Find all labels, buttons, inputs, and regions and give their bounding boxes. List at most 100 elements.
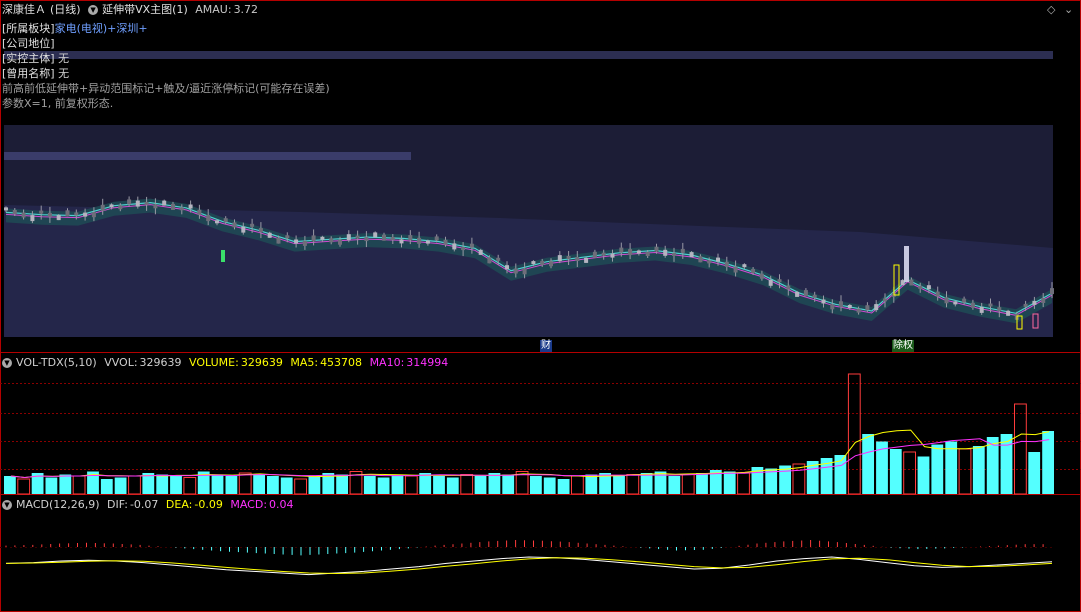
- diamond-icon[interactable]: ◇: [1047, 3, 1055, 16]
- candle-body-97: [856, 308, 861, 313]
- candle-body-100: [883, 298, 887, 302]
- candle-body-69: [610, 253, 615, 258]
- candle-body-21: [188, 204, 193, 209]
- chevron-down-icon[interactable]: ⌄: [1064, 3, 1073, 16]
- volume-bar-42: [585, 474, 598, 494]
- candle-body-47: [417, 237, 422, 244]
- macd-header: ▼ MACD(12,26,9) DIF: -0.07 DEA: -0.09 MACD:…: [2, 498, 298, 511]
- ma5-label: MA5:: [290, 356, 319, 369]
- candle-body-54: [478, 249, 483, 255]
- volume-bar-13: [183, 477, 197, 495]
- candle-body-51: [452, 243, 457, 250]
- volume-menu-icon[interactable]: ▼: [2, 358, 12, 368]
- candle-body-89: [786, 285, 791, 290]
- volume-bar-66: [917, 456, 930, 494]
- volume-bar-68: [945, 441, 958, 494]
- candle-body-24: [215, 220, 219, 224]
- volume-bar-67: [931, 444, 944, 494]
- volume-bar-38: [530, 476, 542, 494]
- candle-body-114: [1006, 310, 1011, 316]
- candle-body-104: [918, 285, 923, 289]
- candle-body-119: [1050, 288, 1054, 295]
- candle-body-14: [127, 199, 132, 205]
- candle-body-59: [522, 268, 527, 275]
- main-header: 深康佳Ａ (日线) ▼ 延伸带VX主图(1) AMAU: 3.72: [2, 3, 262, 16]
- volume-label: VOLUME:: [189, 356, 239, 369]
- candle-body-7: [65, 210, 70, 217]
- sector-line: [所属板块]家电(电视)+深圳+: [2, 21, 148, 36]
- volume-bar-62: [862, 434, 874, 494]
- period-label[interactable]: (日线): [50, 3, 81, 16]
- volume-bar-33: [460, 474, 474, 495]
- amau-value: 3.72: [233, 3, 259, 16]
- candle-body-105: [926, 285, 931, 290]
- ma10-value: 314994: [406, 356, 449, 369]
- candle-body-68: [601, 252, 606, 256]
- indicator-menu-icon[interactable]: ▼: [88, 5, 99, 15]
- volume-bar-48: [668, 476, 681, 494]
- candle-body-48: [425, 240, 430, 244]
- candle-body-55: [487, 257, 492, 264]
- candle-body-0: [4, 207, 8, 211]
- macd-indicator-name[interactable]: MACD(12,26,9): [16, 498, 100, 511]
- volume-bar-16: [225, 476, 238, 494]
- candle-body-50: [443, 239, 448, 245]
- candle-body-19: [171, 203, 175, 210]
- candle-body-78: [689, 252, 694, 258]
- volume-bar-64: [889, 449, 902, 494]
- volume-bar-20: [280, 477, 293, 494]
- volume-bar-69: [958, 448, 972, 495]
- sector-label: [所属板块]: [2, 22, 55, 35]
- candle-body-65: [575, 257, 580, 261]
- candle-body-2: [21, 212, 26, 218]
- candle-body-76: [672, 252, 676, 256]
- candle-body-13: [118, 205, 123, 210]
- candle-body-92: [812, 294, 817, 298]
- candle-body-5: [47, 212, 52, 217]
- volume-bar-11: [156, 474, 169, 494]
- volume-bar-1: [17, 478, 31, 495]
- macd-label: MACD:: [230, 498, 268, 511]
- macd-menu-icon[interactable]: ▼: [2, 500, 12, 510]
- candle-body-22: [197, 209, 202, 215]
- candle-body-30: [267, 232, 272, 238]
- financial-report-marker[interactable]: 财: [540, 340, 552, 352]
- volume-bar-53: [737, 472, 750, 495]
- volume-bar-73: [1014, 403, 1027, 495]
- candle-body-44: [390, 237, 395, 240]
- candle-body-81: [716, 257, 720, 262]
- indicator-name[interactable]: 延伸带VX主图(1): [102, 3, 188, 16]
- sector-value[interactable]: 家电(电视)+深圳+: [55, 22, 148, 35]
- candle-body-25: [223, 218, 228, 223]
- candle-body-103: [909, 279, 914, 286]
- note-line-2: 参数X=1, 前复权形态.: [2, 97, 114, 110]
- candle-body-74: [654, 246, 659, 252]
- candle-body-32: [285, 235, 290, 239]
- amau-label: AMAU:: [195, 3, 232, 16]
- candle-body-99: [874, 304, 879, 311]
- band-top-1: [4, 51, 1053, 59]
- ex-rights-marker[interactable]: 除权: [892, 340, 914, 352]
- volume-bar-36: [502, 474, 515, 494]
- controller-label: [实控主体]: [2, 52, 55, 65]
- candle-body-43: [382, 234, 386, 241]
- candle-body-84: [742, 264, 747, 268]
- candle-body-70: [619, 247, 624, 253]
- candle-body-98: [865, 305, 870, 311]
- volume-bar-22: [308, 476, 321, 494]
- volume-bar-8: [114, 477, 127, 494]
- note-line-1: 前高前低延伸带+异动范围标记+触及/逼近涨停标记(可能存在误差): [2, 82, 330, 95]
- candle-body-28: [250, 223, 255, 227]
- candle-body-88: [777, 279, 782, 283]
- candle-body-12: [109, 204, 114, 208]
- candle-body-9: [83, 212, 88, 217]
- volume-bar-15: [211, 474, 224, 494]
- candle-body-73: [645, 252, 650, 256]
- dea-value: -0.09: [194, 498, 223, 511]
- green-mark-candle: [221, 250, 225, 262]
- volume-indicator-name[interactable]: VOL-TDX(5,10): [16, 356, 97, 369]
- stock-name[interactable]: 深康佳Ａ: [2, 3, 46, 16]
- candle-body-31: [276, 237, 281, 244]
- volume-bar-46: [640, 473, 653, 494]
- candle-body-90: [795, 291, 800, 297]
